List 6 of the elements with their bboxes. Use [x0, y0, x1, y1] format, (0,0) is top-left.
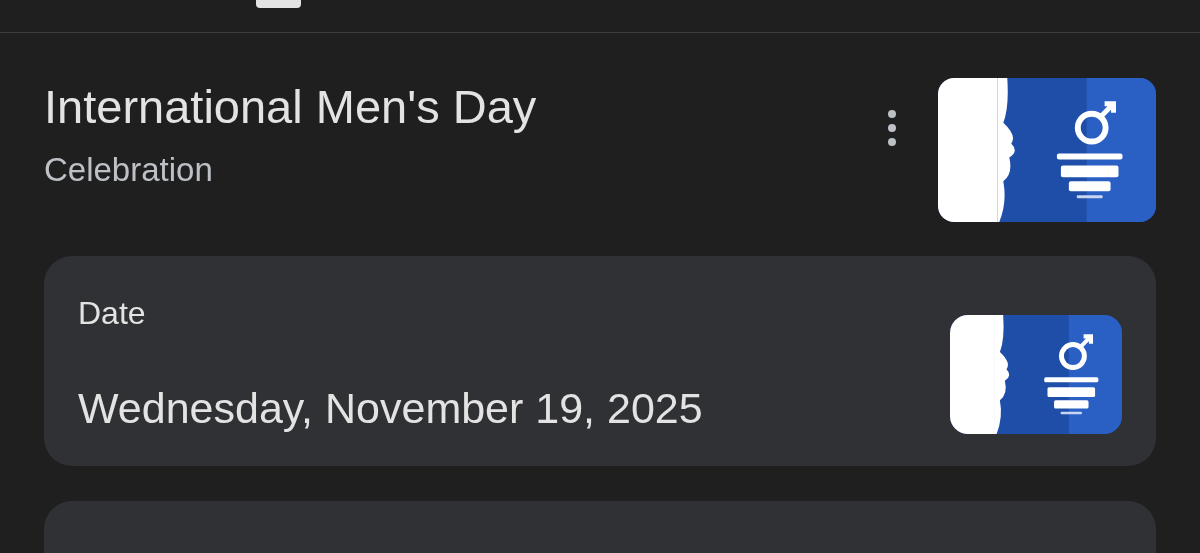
entity-title: International Men's Day [44, 79, 538, 135]
date-value: Wednesday, November 19, 2025 [78, 383, 704, 435]
entity-subtitle: Celebration [44, 150, 214, 190]
date-label: Date [78, 294, 147, 332]
more-options-icon[interactable] [886, 110, 898, 146]
tab-indicator [256, 0, 301, 8]
